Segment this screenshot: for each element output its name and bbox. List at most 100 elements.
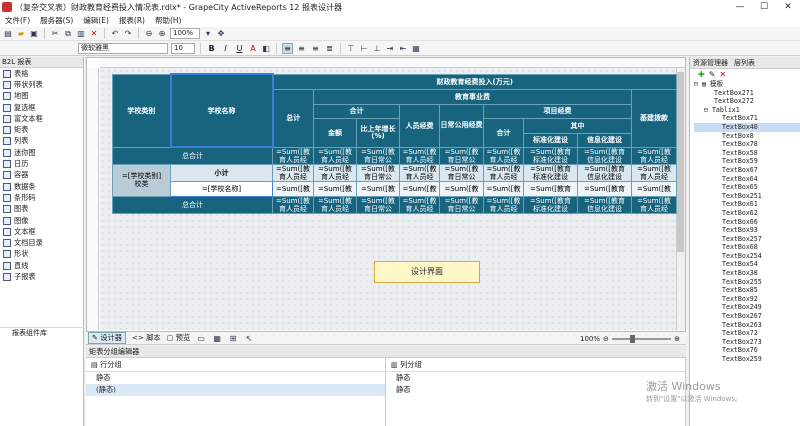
cell[interactable]: =Sum([教 育日常公 bbox=[356, 195, 400, 214]
zoom-slider[interactable] bbox=[611, 335, 672, 343]
cell[interactable]: =Sum([教 育日常公 bbox=[356, 163, 400, 182]
underline-button[interactable]: U bbox=[234, 43, 245, 54]
tree-node[interactable]: TextBox271 bbox=[694, 89, 800, 98]
font-family-select[interactable]: 微软雅黑 bbox=[78, 42, 168, 54]
cell[interactable]: =Sum([教育 标准化建设 bbox=[523, 195, 578, 214]
cell[interactable]: =Sum([教 bbox=[272, 180, 314, 197]
tab-script[interactable]: <> 脚本 bbox=[132, 333, 161, 343]
tool-toc[interactable]: 文档目录 bbox=[0, 237, 83, 248]
menu-help[interactable]: 帮助(H) bbox=[150, 15, 187, 26]
grid-icon[interactable]: ▦ bbox=[212, 333, 222, 343]
tool-table[interactable]: 表格 bbox=[0, 68, 83, 79]
align-left-button[interactable]: ≡ bbox=[282, 42, 293, 54]
cell[interactable]: =Sum([教 育人员经 bbox=[399, 195, 440, 214]
close-button[interactable]: ✕ bbox=[776, 2, 800, 12]
zoom-select[interactable]: 100% bbox=[170, 28, 200, 39]
fill-color-icon[interactable]: ◧ bbox=[261, 43, 271, 53]
move-icon[interactable]: ✥ bbox=[216, 29, 226, 39]
tree-node-tablix[interactable]: ⊟ Tablix1 bbox=[694, 106, 800, 115]
zoom-minus-icon[interactable]: ⊖ bbox=[603, 335, 609, 343]
tree-node[interactable]: TextBox58 bbox=[694, 149, 800, 158]
cell[interactable]: =Sum([教 育日常公 bbox=[439, 163, 484, 182]
tool-shape[interactable]: 形状 bbox=[0, 249, 83, 260]
header-infra[interactable]: 基建拨款 bbox=[631, 88, 677, 148]
remove-icon[interactable]: ✕ bbox=[719, 70, 726, 79]
header-edu[interactable]: 教育事业费 bbox=[313, 88, 632, 105]
menu-file[interactable]: 文件(F) bbox=[0, 15, 35, 26]
tree-node[interactable]: TextBox76 bbox=[694, 346, 800, 355]
edit-icon[interactable]: ✎ bbox=[709, 70, 716, 79]
cell[interactable]: =Sum([教育 bbox=[523, 180, 578, 197]
layout-icon[interactable]: ▭ bbox=[196, 333, 206, 343]
italic-button[interactable]: I bbox=[220, 43, 231, 54]
header-project[interactable]: 项目经费 bbox=[483, 103, 632, 119]
valign-top-icon[interactable]: ⊤ bbox=[346, 43, 356, 53]
tool-sparkline[interactable]: 迷你图 bbox=[0, 147, 83, 158]
school-type-field[interactable]: =[学校类别] 校类 bbox=[112, 163, 171, 197]
cell[interactable]: =Sum([教 育人员经 bbox=[483, 146, 524, 165]
tree-node[interactable]: TextBox255 bbox=[694, 278, 800, 287]
menu-server[interactable]: 服务器(S) bbox=[35, 15, 78, 26]
cell[interactable]: =Sum([教 育人员经 bbox=[272, 195, 314, 214]
scrollbar-thumb[interactable] bbox=[677, 72, 684, 252]
cell[interactable]: =Sum([教 bbox=[631, 180, 677, 197]
cell[interactable]: =Sum([教 育日常公 bbox=[439, 146, 484, 165]
tab-designer[interactable]: ✎ 设计器 bbox=[88, 332, 126, 344]
row-total-label[interactable]: 总合计 bbox=[112, 146, 273, 165]
save-icon[interactable]: ▣ bbox=[29, 29, 39, 39]
tree-node[interactable]: TextBox72 bbox=[694, 329, 800, 338]
tree-node[interactable]: TextBox85 bbox=[694, 286, 800, 295]
tree-node[interactable]: TextBox54 bbox=[694, 260, 800, 269]
tree-node[interactable]: TextBox78 bbox=[694, 140, 800, 149]
indent-icon[interactable]: ⇥ bbox=[385, 43, 395, 53]
tree-node[interactable]: TextBox92 bbox=[694, 295, 800, 304]
tool-line[interactable]: 直线 bbox=[0, 260, 83, 271]
tree-node[interactable]: TextBox59 bbox=[694, 157, 800, 166]
tree-node[interactable]: TextBox61 bbox=[694, 200, 800, 209]
header-edu-sum[interactable]: 合计 bbox=[313, 103, 400, 119]
cell[interactable]: =Sum([教 bbox=[356, 180, 400, 197]
zoom-slider-knob[interactable] bbox=[629, 335, 635, 343]
tab-preview[interactable]: ▢ 预览 bbox=[167, 333, 190, 343]
tree-node[interactable]: TextBox62 bbox=[694, 209, 800, 218]
cell[interactable]: =Sum([教育 信息化建设 bbox=[577, 146, 632, 165]
new-icon[interactable]: ▤ bbox=[3, 29, 13, 39]
cell[interactable]: =Sum([教 育人员经 bbox=[631, 146, 677, 165]
column-group-static-2[interactable]: 静态 bbox=[386, 384, 685, 396]
tree-node[interactable]: TextBox71 bbox=[694, 114, 800, 123]
cell[interactable]: =Sum([教 育日常公 bbox=[439, 195, 484, 214]
row-subtotal-label[interactable]: 小计 bbox=[170, 163, 273, 182]
add-icon[interactable]: ✚ bbox=[698, 70, 705, 79]
paste-icon[interactable]: ▥ bbox=[76, 29, 86, 39]
tool-list[interactable]: 列表 bbox=[0, 136, 83, 147]
tool-databar[interactable]: 数据条 bbox=[0, 181, 83, 192]
cell[interactable]: =Sum([教育 信息化建设 bbox=[577, 163, 632, 182]
font-color-icon[interactable]: A bbox=[248, 43, 258, 53]
matrix-table[interactable]: 学校类别 学校名称 财政教育经费投入(万元) 总计 教育事业费 基建拨款 合计 … bbox=[112, 73, 677, 214]
cell[interactable]: =Sum([教 育人员经 bbox=[313, 146, 357, 165]
report-library-item[interactable]: 报表组件库 bbox=[0, 327, 84, 338]
school-name-field[interactable]: =[学校名称] bbox=[170, 180, 273, 197]
chevron-down-icon[interactable]: ▾ bbox=[203, 29, 213, 39]
valign-bottom-icon[interactable]: ⊥ bbox=[372, 43, 382, 53]
cell[interactable]: =Sum([教育 bbox=[577, 180, 632, 197]
header-school-name[interactable]: 学校名称 bbox=[169, 73, 274, 148]
header-amount[interactable]: 金额 bbox=[313, 117, 357, 148]
header-school-type[interactable]: 学校类别 bbox=[112, 73, 171, 148]
zoom-in-icon[interactable]: ⊕ bbox=[157, 29, 167, 39]
header-personnel[interactable]: 人员经费 bbox=[399, 103, 440, 148]
row-group-static[interactable]: 静态 bbox=[86, 372, 385, 384]
zoom-out-icon[interactable]: ⊖ bbox=[144, 29, 154, 39]
tree-node[interactable]: TextBox259 bbox=[694, 355, 800, 364]
align-center-button[interactable]: ≡ bbox=[296, 43, 307, 54]
cell[interactable]: =Sum([教 育人员经 bbox=[399, 146, 440, 165]
cell[interactable]: =Sum([教育 标准化建设 bbox=[523, 146, 578, 165]
cell[interactable]: =Sum([教 育人员经 bbox=[272, 146, 314, 165]
align-to-grid-icon[interactable]: ▦ bbox=[411, 43, 421, 53]
tool-map[interactable]: 地图 bbox=[0, 91, 83, 102]
tool-image[interactable]: 图像 bbox=[0, 215, 83, 226]
tree-node[interactable]: TextBox68 bbox=[694, 243, 800, 252]
cell[interactable]: =Sum([教 育人员经 bbox=[313, 163, 357, 182]
cell[interactable]: =Sum([教 育人员经 bbox=[483, 195, 524, 214]
tree-node[interactable]: TextBox263 bbox=[694, 321, 800, 330]
